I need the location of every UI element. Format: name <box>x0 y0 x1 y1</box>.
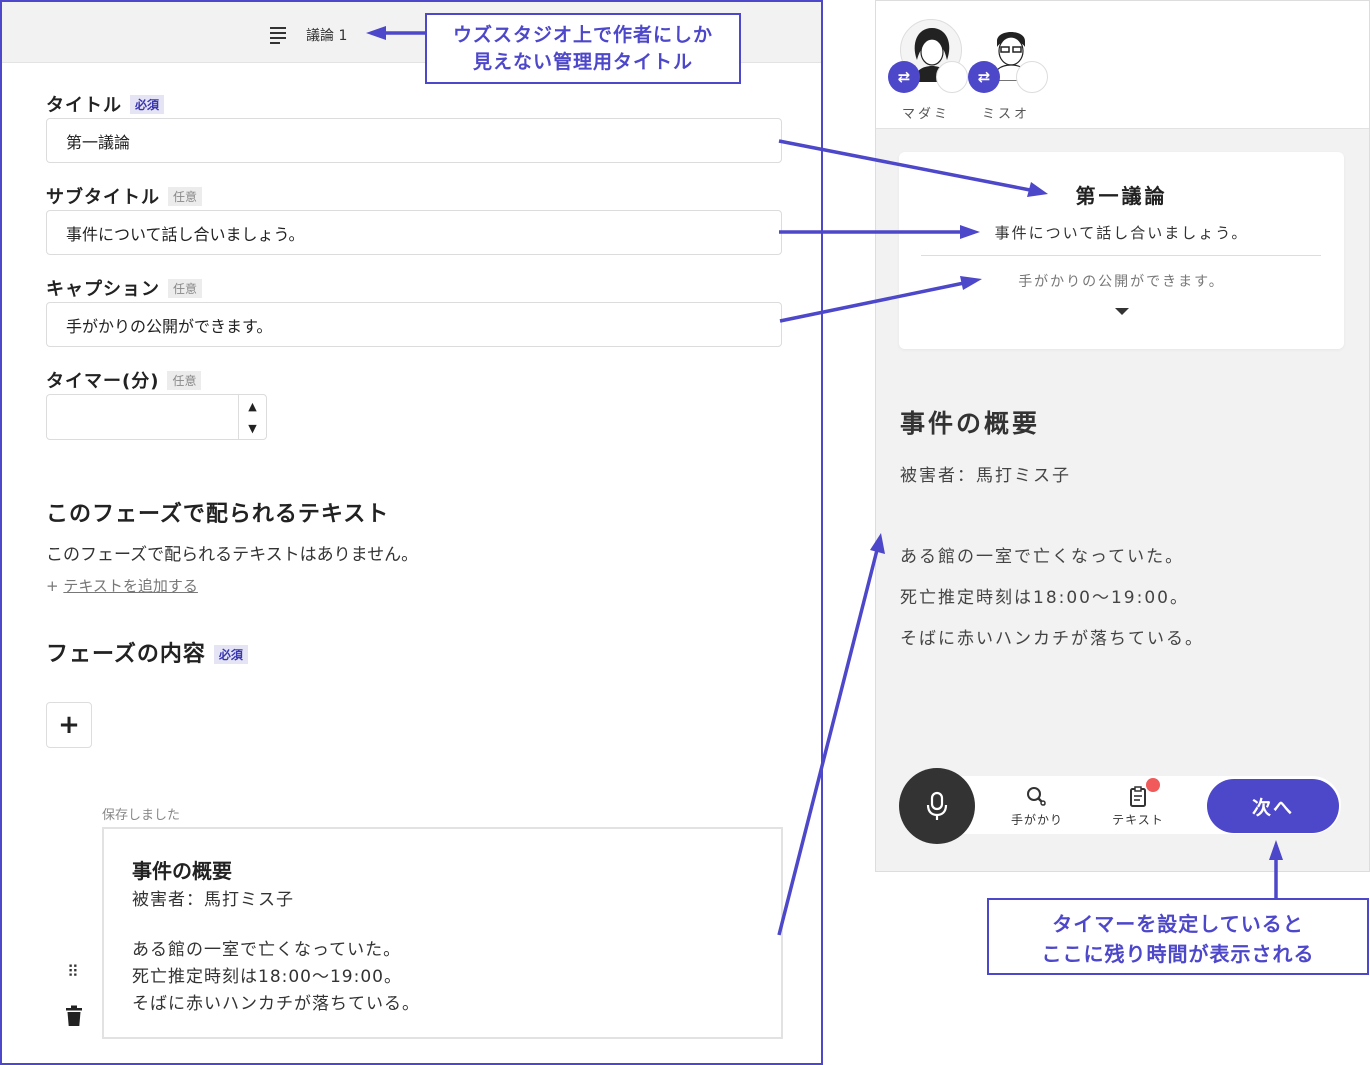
optional-badge: 任意 <box>167 371 202 390</box>
texts-tab[interactable]: テキスト <box>1098 786 1178 828</box>
phase-subtitle: 事件について話し合いましょう。 <box>994 224 1249 242</box>
swap-icon[interactable]: ⇄ <box>888 61 920 93</box>
clues-label: 手がかり <box>1010 813 1063 827</box>
texts-label: テキスト <box>1112 813 1164 827</box>
phase-editor-panel: 議論 1 タイトル 必須 第一議論 サブタイトル 任意 事件について話し合いましょう… <box>0 0 823 1065</box>
saved-status: 保存しました <box>102 808 181 823</box>
phase-title: 第一議論 <box>1075 184 1168 208</box>
texts-section-title: このフェーズで配られるテキスト <box>46 502 390 527</box>
title-input[interactable]: 第一議論 <box>46 118 782 163</box>
divider <box>921 255 1321 256</box>
swap-icon[interactable]: ⇄ <box>968 61 1000 93</box>
content-line: 被害者：馬打ミス子 <box>132 890 294 910</box>
drag-handle-icon[interactable]: ⠿ <box>67 962 79 981</box>
preview-content-line: 被害者：馬打ミス子 <box>900 466 1071 486</box>
mic-button[interactable] <box>899 768 975 844</box>
timer-label-text: タイマー(分) <box>46 371 160 392</box>
caption-label: キャプション 任意 <box>46 275 203 301</box>
player-avatar[interactable]: ⇄ ミスオ <box>968 19 1048 122</box>
title-label-text: タイトル <box>46 95 122 116</box>
content-block-editor[interactable]: 事件の概要 被害者：馬打ミス子 ある館の一室で亡くなっていた。 死亡推定時刻は1… <box>102 827 783 1039</box>
trash-icon[interactable] <box>65 1005 83 1027</box>
clues-tab[interactable]: 手がかり <box>997 786 1077 828</box>
note-line: ウズスタジオ上で作者にしか <box>452 24 713 46</box>
preview-content-heading: 事件の概要 <box>900 409 1041 438</box>
note-line: 見えない管理用タイトル <box>472 51 693 73</box>
admin-title: 議論 1 <box>306 28 348 44</box>
optional-badge: 任意 <box>168 279 203 298</box>
add-text-label: テキストを追加する <box>63 577 198 595</box>
timer-note: タイマーを設定していると ここに残り時間が表示される <box>987 898 1369 975</box>
texts-empty-message: このフェーズで配られるテキストはありません。 <box>46 545 419 565</box>
next-button[interactable]: 次へ <box>1207 779 1339 833</box>
player-name: ミスオ <box>982 107 1031 122</box>
caption-input[interactable]: 手がかりの公開ができます。 <box>46 302 782 347</box>
clipboard-icon <box>1130 786 1146 807</box>
subtitle-input[interactable]: 事件について話し合いましょう。 <box>46 210 782 255</box>
player-bar: ⇄ マダミ ⇄ ミスオ <box>876 1 1369 129</box>
note-line: タイマーを設定していると <box>1052 912 1304 936</box>
preview-content-line: 死亡推定時刻は18:00〜19:00。 <box>900 588 1189 608</box>
content-line: そばに赤いハンカチが落ちている。 <box>132 994 420 1014</box>
preview-content-line: ある館の一室で亡くなっていた。 <box>900 547 1185 567</box>
required-badge: 必須 <box>130 95 165 114</box>
caption-label-text: キャプション <box>46 279 160 300</box>
add-text-link[interactable]: + テキストを追加する <box>46 575 198 596</box>
preview-content-line: そばに赤いハンカチが落ちている。 <box>900 629 1204 649</box>
timer-label: タイマー(分) 任意 <box>46 367 202 393</box>
spin-down-icon[interactable]: ▼ <box>239 417 266 439</box>
content-line: 死亡推定時刻は18:00〜19:00。 <box>132 967 402 987</box>
phase-card[interactable]: 第一議論 事件について話し合いましょう。 手がかりの公開ができます。 <box>899 152 1344 349</box>
mic-icon <box>926 791 948 820</box>
phase-caption: 手がかりの公開ができます。 <box>1018 274 1225 290</box>
add-content-button[interactable]: + <box>46 702 92 748</box>
status-ring <box>936 61 968 93</box>
spin-up-icon[interactable]: ▲ <box>239 395 266 417</box>
content-heading: 事件の概要 <box>132 859 232 883</box>
timer-input[interactable]: ▲ ▼ <box>46 394 267 440</box>
caret-down-icon[interactable] <box>1115 308 1129 315</box>
optional-badge: 任意 <box>168 187 203 206</box>
add-prefix: + <box>46 577 59 595</box>
content-section-title: フェーズの内容 必須 <box>46 636 248 668</box>
note-line: ここに残り時間が表示される <box>1041 942 1315 966</box>
magnifier-icon <box>1027 787 1046 806</box>
notification-dot <box>1146 778 1160 792</box>
admin-title-note: ウズスタジオ上で作者にしか 見えない管理用タイトル <box>425 13 741 84</box>
player-name: マダミ <box>902 107 951 122</box>
title-label: タイトル 必須 <box>46 91 165 117</box>
subtitle-label: サブタイトル 任意 <box>46 183 203 209</box>
content-line: ある館の一室で亡くなっていた。 <box>132 940 402 960</box>
subtitle-label-text: サブタイトル <box>46 187 160 208</box>
content-section-title-text: フェーズの内容 <box>46 642 206 667</box>
required-badge: 必須 <box>213 645 248 664</box>
player-avatar[interactable]: ⇄ マダミ <box>888 19 968 122</box>
timer-spinner: ▲ ▼ <box>238 395 266 439</box>
list-icon <box>270 27 286 44</box>
phone-preview: ⇄ マダミ ⇄ ミスオ 第一議論 事件について話し合いましょう。 手がかりの公開… <box>875 0 1370 872</box>
status-ring <box>1016 61 1048 93</box>
bottom-action-bar: 手がかり テキスト 次へ <box>899 768 1344 844</box>
